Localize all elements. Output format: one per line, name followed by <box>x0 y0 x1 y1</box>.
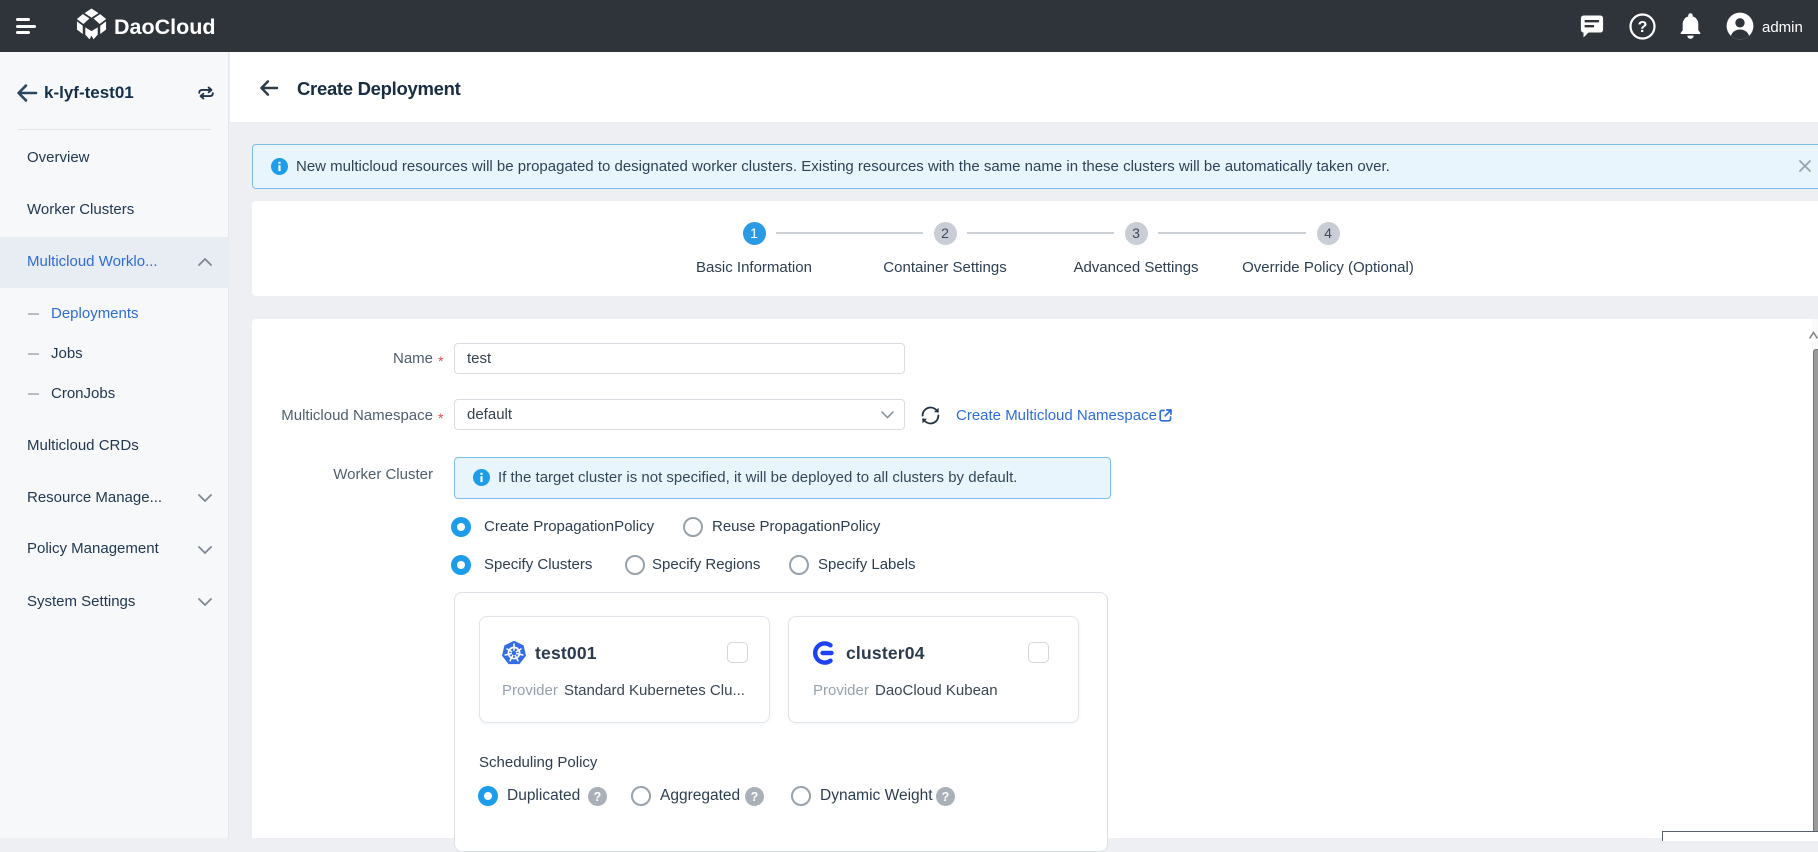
svg-text:?: ? <box>942 790 950 804</box>
svg-text:?: ? <box>1638 19 1648 36</box>
svg-text:?: ? <box>751 790 759 804</box>
svg-text:?: ? <box>594 790 602 804</box>
